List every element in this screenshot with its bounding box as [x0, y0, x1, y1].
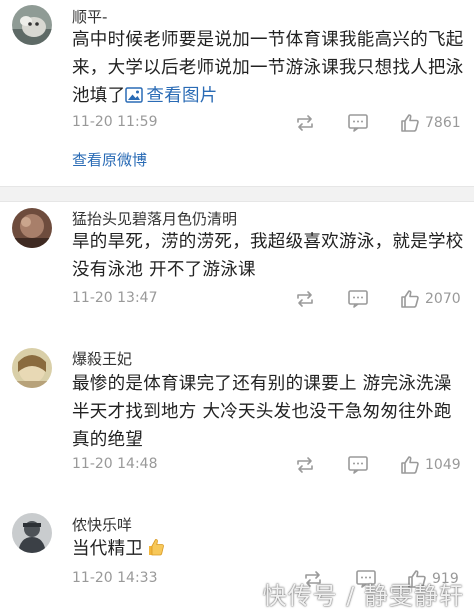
like-button[interactable]: 2070 [400, 288, 461, 310]
comment-button[interactable] [347, 288, 369, 310]
view-original-weibo-link[interactable]: 查看原微博 [72, 149, 147, 170]
comment-icon [348, 290, 368, 308]
comment-time: 11-20 14:33 [72, 570, 158, 586]
avatar[interactable] [12, 348, 52, 388]
repost-button[interactable] [294, 288, 316, 310]
comment-icon [348, 456, 368, 474]
comment-meta: 11-20 14:48 1049 [72, 454, 466, 476]
comment-content: 旱的旱死，涝的涝死，我超级喜欢游泳，就是学校没有泳池 开不了游泳课 [72, 228, 467, 284]
repost-button[interactable] [294, 454, 316, 476]
repost-icon [297, 457, 313, 473]
comment-item: 爆殺王妃 最惨的是体育课完了还有别的课要上 游完泳洗澡半天才找到地方 大冷天头发… [0, 342, 474, 490]
like-count: 7861 [425, 115, 461, 131]
comment-username[interactable]: 猛抬头见碧落月色仍清明 [72, 209, 237, 229]
avatar[interactable] [12, 513, 52, 553]
comment-username[interactable]: 爆殺王妃 [72, 349, 132, 369]
like-count: 2070 [425, 291, 461, 307]
comment-button[interactable] [347, 112, 369, 134]
like-icon [401, 456, 419, 474]
comment-content: 最惨的是体育课完了还有别的课要上 游完泳洗澡半天才找到地方 大冷天头发也没干急匆… [72, 370, 467, 454]
comment-item: 猛抬头见碧落月色仍清明 旱的旱死，涝的涝死，我超级喜欢游泳，就是学校没有泳池 开… [0, 202, 474, 340]
comment-meta: 11-20 13:47 2070 [72, 288, 466, 310]
view-image-link[interactable]: 查看图片 [125, 86, 217, 106]
comment-item: 顺平- 高中时候老师要是说加一节体育课我能高兴的飞起来，大学以后老师说加一节游泳… [0, 0, 474, 186]
comment-username[interactable]: 侬快乐咩 [72, 515, 132, 535]
comment-text: 旱的旱死，涝的涝死，我超级喜欢游泳，就是学校没有泳池 开不了游泳课 [72, 232, 464, 280]
like-button[interactable]: 1049 [400, 454, 461, 476]
repost-button[interactable] [294, 112, 316, 134]
comment-time: 11-20 13:47 [72, 290, 158, 306]
comment-button[interactable] [347, 454, 369, 476]
like-button[interactable]: 7861 [400, 112, 461, 134]
like-icon [401, 290, 419, 308]
comment-content: 高中时候老师要是说加一节体育课我能高兴的飞起来，大学以后老师说加一节游泳课我只想… [72, 26, 467, 110]
avatar[interactable] [12, 208, 52, 248]
comment-username[interactable]: 顺平- [72, 7, 107, 27]
like-count: 1049 [425, 457, 461, 473]
comment-meta: 11-20 11:59 7861 [72, 112, 466, 134]
comment-time: 11-20 14:48 [72, 456, 158, 472]
avatar[interactable] [12, 5, 52, 45]
like-icon [401, 114, 419, 132]
thumbs-up-emoji [147, 537, 165, 566]
comment-time: 11-20 11:59 [72, 114, 158, 130]
view-image-label: 查看图片 [146, 86, 218, 106]
repost-icon [297, 115, 313, 131]
section-separator [0, 186, 474, 202]
image-icon [125, 87, 144, 103]
comment-icon [348, 114, 368, 132]
repost-icon [297, 291, 313, 307]
comment-text: 当代精卫 [72, 539, 144, 559]
comment-content: 当代精卫 [72, 535, 467, 566]
watermark: 快传号 / 静雯静轩 [262, 582, 464, 610]
comment-text: 最惨的是体育课完了还有别的课要上 游完泳洗澡半天才找到地方 大冷天头发也没干急匆… [72, 374, 452, 450]
